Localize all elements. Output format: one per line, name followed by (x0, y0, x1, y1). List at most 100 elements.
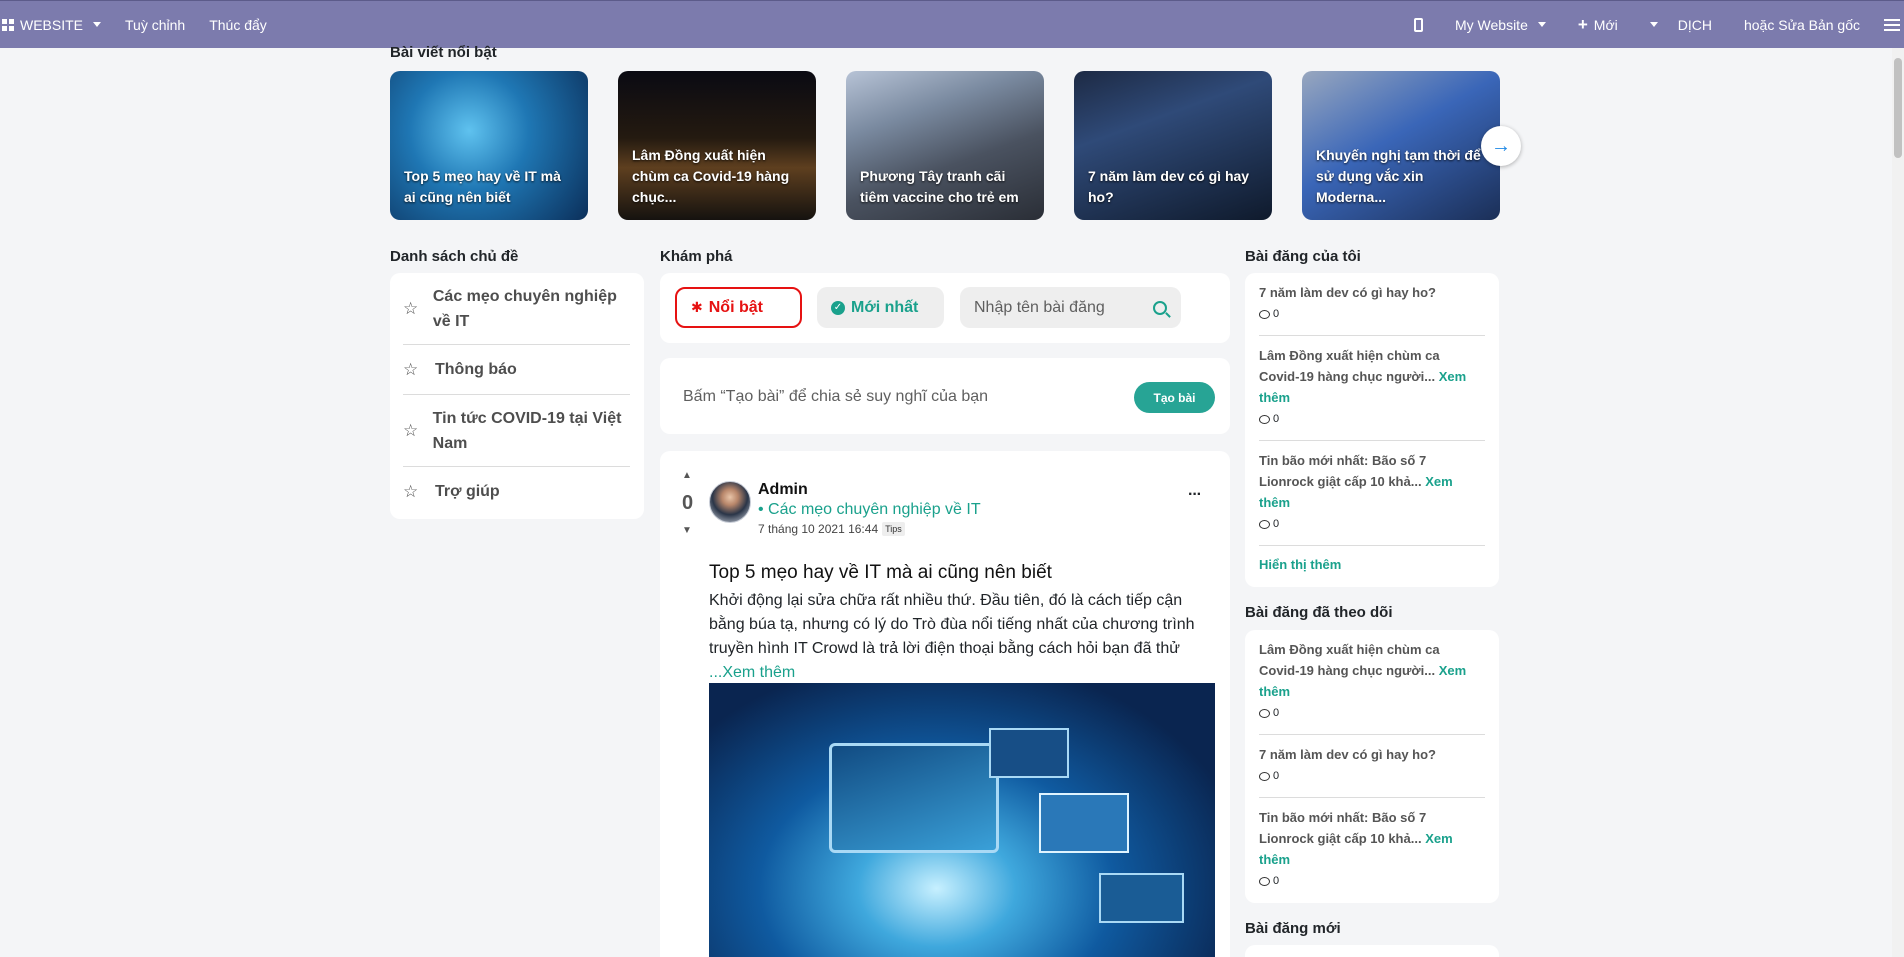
comment-icon (1259, 708, 1270, 718)
new-posts-section-title: Bài đăng mới (1245, 920, 1341, 937)
featured-card-title: Khuyến nghị tạm thời để sử dụng vắc xin … (1316, 147, 1481, 205)
plus-icon: + (1577, 15, 1588, 34)
promote-menu[interactable]: Thúc đẩy (197, 1, 279, 49)
post-excerpt-text: Khởi động lại sửa chữa rất nhiều thứ. Đầ… (709, 592, 1195, 657)
divider (403, 344, 630, 345)
topic-label: Các mẹo chuyên nghiệp về IT (432, 288, 617, 330)
divider (403, 394, 630, 395)
page-scrollbar[interactable] (1892, 48, 1904, 957)
more-options-icon[interactable]: ··· (1188, 486, 1202, 504)
downvote-icon[interactable]: ▼ (682, 525, 692, 536)
topic-label: Tin tức COVID-19 tại Việt Nam (432, 410, 622, 452)
caret-down-icon (93, 22, 102, 27)
followed-post-title[interactable]: Tin bão mới nhất: Bão số 7 Lionrock giật… (1259, 807, 1469, 870)
my-post-title-text: Tin bão mới nhất: Bão số 7 Lionrock giật… (1259, 453, 1427, 489)
website-switcher[interactable]: My Website (1443, 1, 1566, 49)
edit-original-button[interactable]: hoặc Sửa Bản gốc (1732, 1, 1880, 49)
followed-post-title[interactable]: Lâm Đồng xuất hiện chùm ca Covid-19 hàng… (1259, 639, 1469, 702)
show-more-link[interactable]: Hiển thị thêm (1259, 557, 1341, 572)
filter-newest-label: Mới nhất (851, 298, 919, 316)
translate-button[interactable]: DỊCH (1666, 1, 1732, 49)
star-icon[interactable]: ☆ (403, 296, 419, 321)
vote-count: 0 (682, 492, 694, 514)
divider (1259, 797, 1485, 798)
followed-post-title-text: Lâm Đồng xuất hiện chùm ca Covid-19 hàng… (1259, 642, 1440, 678)
featured-card-title: Phương Tây tranh cãi tiêm vaccine cho tr… (860, 168, 1019, 205)
search-placeholder: Nhập tên bài đăng (974, 298, 1105, 316)
post-title[interactable]: Top 5 mẹo hay về IT mà ai cũng nên biết (709, 562, 1052, 584)
mobile-preview-button[interactable] (1402, 1, 1443, 49)
my-posts-section-title: Bài đăng của tôi (1245, 248, 1361, 265)
comment-count-value: 0 (1273, 707, 1280, 719)
new-content-label: Mới (1593, 16, 1618, 33)
caret-down-icon (1649, 22, 1658, 27)
apps-grid-icon (2, 18, 14, 31)
customize-menu[interactable]: Tuỳ chỉnh (113, 1, 197, 49)
followed-post-title-text: Tin bão mới nhất: Bão số 7 Lionrock giật… (1259, 810, 1427, 846)
comment-icon (1259, 771, 1270, 781)
my-post-title[interactable]: Lâm Đồng xuất hiện chùm ca Covid-19 hàng… (1259, 345, 1469, 408)
my-post-title[interactable]: 7 năm làm dev có gì hay ho? (1259, 282, 1469, 303)
fire-icon: ✱ (691, 299, 703, 315)
followed-post-title[interactable]: 7 năm làm dev có gì hay ho? (1259, 744, 1469, 765)
comment-icon (1259, 309, 1270, 319)
divider (1259, 545, 1485, 546)
featured-card[interactable]: Phương Tây tranh cãi tiêm vaccine cho tr… (846, 71, 1044, 220)
create-post-prompt[interactable]: Bấm “Tạo bài” để chia sẻ suy nghĩ của bạ… (683, 388, 988, 406)
my-post-title-text: Lâm Đồng xuất hiện chùm ca Covid-19 hàng… (1259, 348, 1440, 384)
read-more-link[interactable]: ...Xem thêm (709, 664, 795, 681)
filter-newest-button[interactable]: ✓ Mới nhất (817, 287, 944, 328)
divider (1259, 440, 1485, 441)
scrollbar-thumb[interactable] (1894, 58, 1902, 158)
filter-hot-button[interactable]: ✱ Nổi bật (675, 287, 802, 328)
post-date: 7 tháng 10 2021 16:44 (758, 522, 879, 536)
search-icon[interactable] (1153, 300, 1167, 315)
monitor-graphic (829, 743, 999, 853)
topic-item[interactable]: ☆ Tin tức COVID-19 tại Việt Nam (403, 406, 631, 456)
hamburger-icon (1884, 18, 1900, 31)
comment-icon (1259, 876, 1270, 886)
topic-item[interactable]: ☆ Thông báo (403, 357, 631, 382)
avatar[interactable] (709, 481, 751, 523)
floating-panel-graphic (989, 728, 1069, 778)
comment-count: 0 (1259, 413, 1279, 425)
admin-navbar: WEBSITE Tuỳ chỉnh Thúc đẩy My Website + … (0, 0, 1904, 48)
star-icon[interactable]: ☆ (403, 418, 419, 443)
topic-label: Thông báo (435, 361, 517, 378)
my-post-title-text: 7 năm làm dev có gì hay ho? (1259, 285, 1436, 300)
topic-item[interactable]: ☆ Các mẹo chuyên nghiệp về IT (403, 284, 631, 334)
post-search-input[interactable]: Nhập tên bài đăng (960, 287, 1181, 328)
upvote-icon[interactable]: ▲ (682, 470, 692, 481)
featured-card[interactable]: 7 năm làm dev có gì hay ho? (1074, 71, 1272, 220)
post-author[interactable]: Admin (758, 481, 808, 499)
floating-panel-graphic (1039, 793, 1129, 853)
star-icon[interactable]: ☆ (403, 357, 421, 382)
comment-count-value: 0 (1273, 875, 1280, 887)
featured-card[interactable]: Khuyến nghị tạm thời để sử dụng vắc xin … (1302, 71, 1500, 220)
my-posts-card (1245, 273, 1499, 587)
comment-icon (1259, 519, 1270, 529)
website-menu[interactable]: WEBSITE (0, 1, 113, 49)
featured-card[interactable]: Lâm Đồng xuất hiện chùm ca Covid-19 hàng… (618, 71, 816, 220)
topic-label: Trợ giúp (435, 483, 500, 500)
filter-hot-label: Nổi bật (708, 298, 763, 316)
carousel-next-button[interactable]: → (1481, 126, 1521, 166)
post-image[interactable] (709, 683, 1215, 957)
topic-item[interactable]: ☆ Trợ giúp (403, 479, 631, 504)
post-category[interactable]: • Các mẹo chuyên nghiệp về IT (758, 501, 981, 519)
comment-count-value: 0 (1273, 770, 1280, 782)
new-content-button[interactable]: + Mới (1566, 1, 1638, 49)
followed-post-title-text: 7 năm làm dev có gì hay ho? (1259, 747, 1436, 762)
create-post-button[interactable]: Tạo bài (1134, 382, 1215, 413)
divider (1259, 335, 1485, 336)
comment-count-value: 0 (1273, 413, 1280, 425)
my-post-title[interactable]: Tin bão mới nhất: Bão số 7 Lionrock giật… (1259, 450, 1469, 513)
post-tag-badge[interactable]: Tips (882, 522, 905, 536)
featured-card[interactable]: Top 5 mẹo hay về IT mà ai cũng nên biết (390, 71, 588, 220)
star-icon[interactable]: ☆ (403, 479, 421, 504)
comment-count: 0 (1259, 518, 1279, 530)
featured-card-title: 7 năm làm dev có gì hay ho? (1088, 168, 1250, 205)
comment-count-value: 0 (1273, 518, 1280, 530)
language-dropdown[interactable] (1638, 1, 1666, 49)
menu-toggle[interactable] (1880, 1, 1904, 49)
